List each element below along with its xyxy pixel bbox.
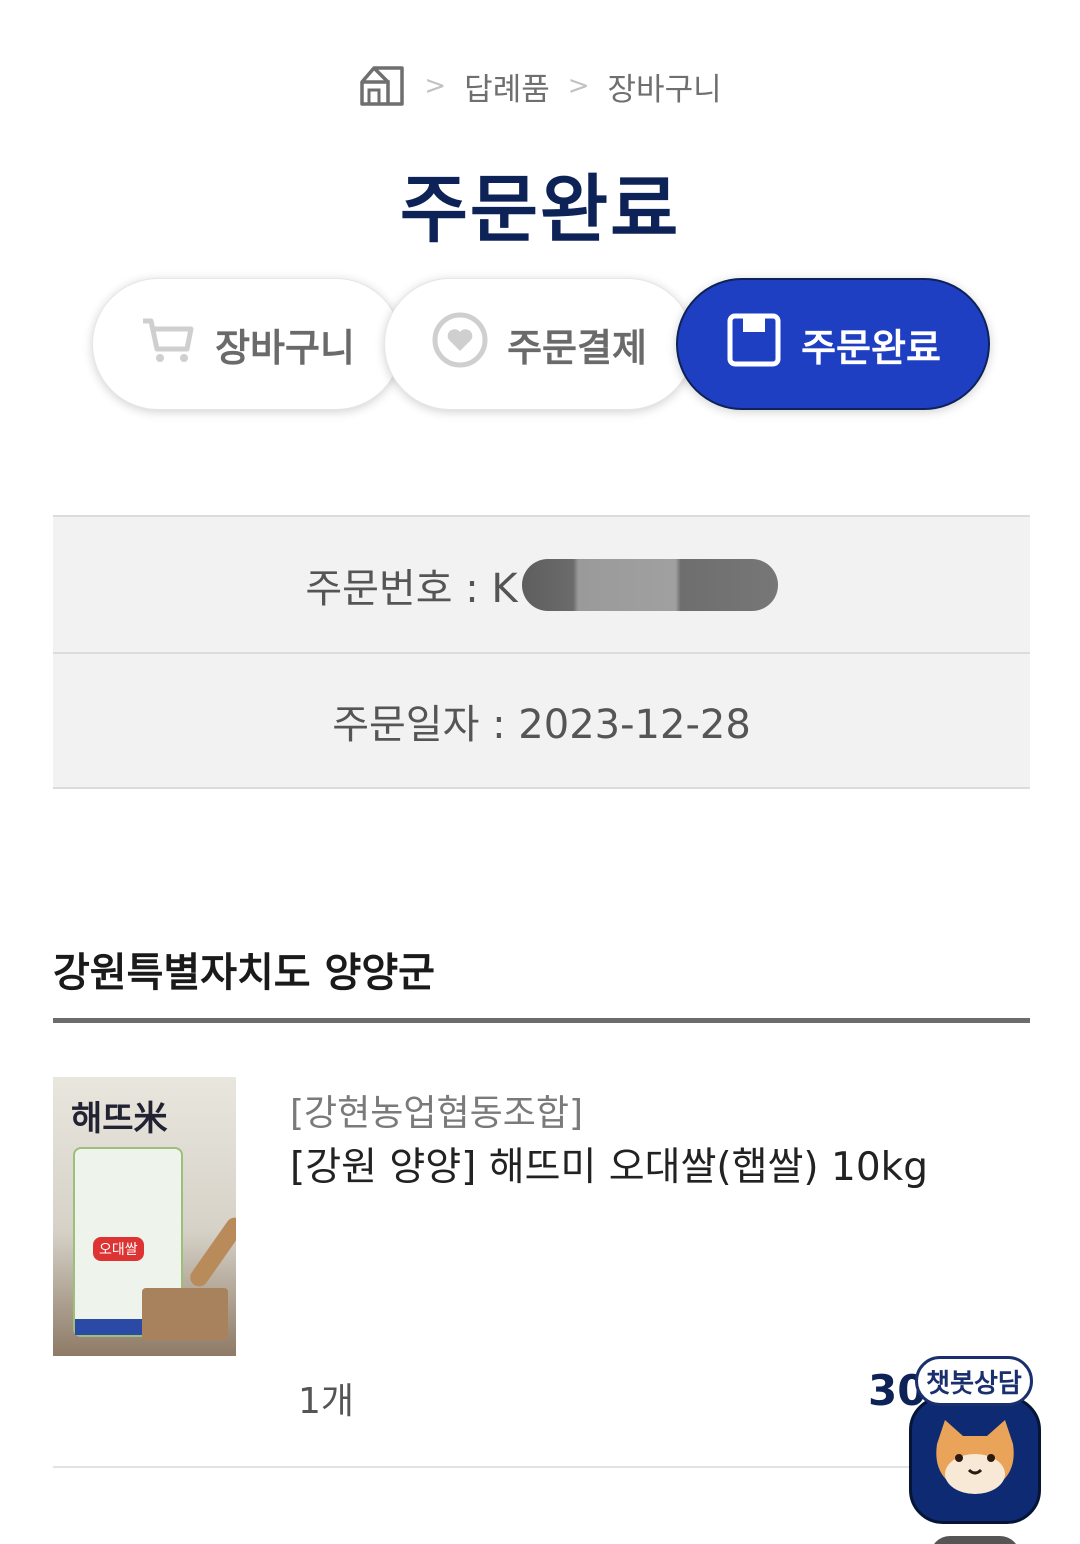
breadcrumb-separator: > [424,71,447,101]
region-title: 강원특별자치도 양양군 [53,950,435,996]
order-info-box: 주문번호 : K 주문일자 : 2023-12-28 [53,515,1030,789]
divider [53,1466,1030,1468]
breadcrumb-item-cart[interactable]: 장바구니 [608,64,722,109]
save-icon [725,311,783,378]
step-label: 장바구니 [215,325,355,370]
order-date-row: 주문일자 : 2023-12-28 [53,652,1030,787]
chatbot-label[interactable]: 챗봇상담 [915,1356,1033,1406]
scroll-top-button[interactable] [930,1536,1020,1544]
order-date-label: 주문일자 : 2023-12-28 [332,701,751,748]
chatbot-button[interactable] [909,1396,1041,1524]
breadcrumb-separator: > [567,71,590,101]
product-image-logo: 해뜨米 [71,1099,168,1139]
breadcrumb: > 답례품 > 장바구니 [0,62,1080,110]
cart-icon [139,311,197,378]
heart-icon [431,311,489,378]
order-number-label: 주문번호 : K [305,565,518,612]
step-complete[interactable]: 주문완료 [676,278,990,410]
step-cart[interactable]: 장바구니 [92,278,402,410]
product-seller: [강현농업협동조합] [290,1093,584,1134]
product-image[interactable]: 해뜨米 오대쌀 [53,1077,236,1356]
home-icon[interactable] [358,62,406,110]
order-steps: 장바구니 주문결제 주문완료 [92,278,992,412]
step-label: 주문결제 [507,325,647,370]
product-name[interactable]: [강원 양양] 해뜨미 오대쌀(햅쌀) 10kg [290,1136,928,1192]
cat-face-icon [927,1414,1023,1506]
product-quantity: 1개 [298,1381,355,1422]
rice-box-shape [142,1288,228,1340]
divider [53,1018,1030,1023]
product-image-tag: 오대쌀 [93,1237,144,1261]
page-title: 주문완료 [399,167,681,253]
step-label: 주문완료 [801,325,941,370]
redacted-order-number [521,558,778,611]
breadcrumb-item-gifts[interactable]: 답례품 [464,64,550,109]
scoop-shape [186,1214,236,1290]
order-number-row: 주문번호 : K [53,517,1030,652]
order-complete-page: > 답례품 > 장바구니 주문완료 장바구니 주문결제 주문완료 주문번호: … [0,0,1080,1544]
step-payment[interactable]: 주문결제 [384,278,694,410]
